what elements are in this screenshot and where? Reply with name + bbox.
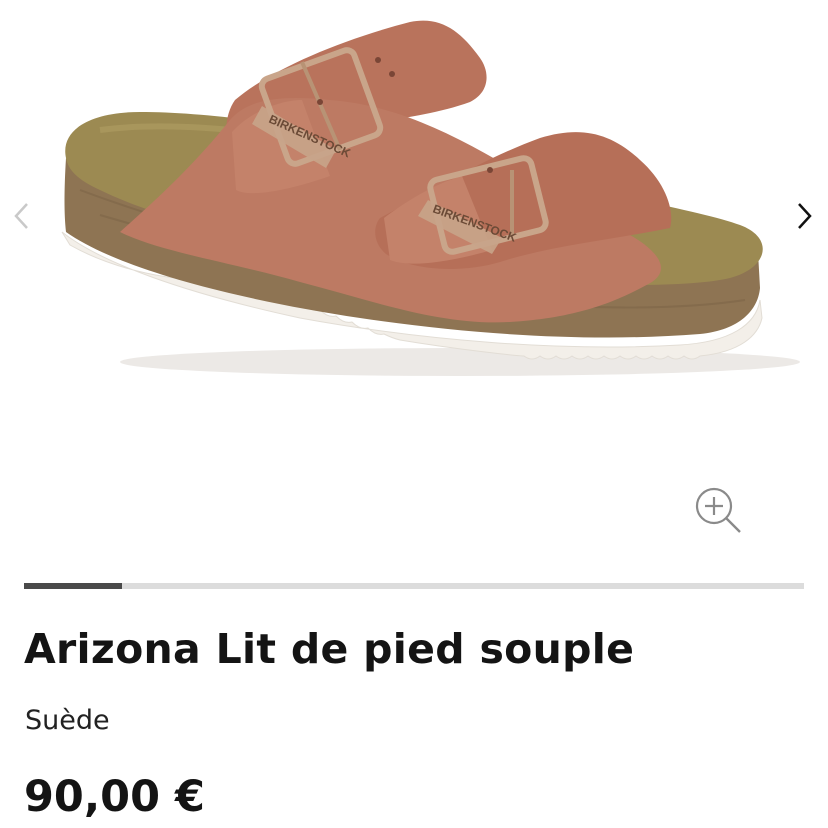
zoom-in-icon (695, 487, 741, 533)
chevron-right-icon (798, 203, 812, 229)
gallery-progress-fill (24, 583, 122, 589)
product-gallery[interactable]: BIRKENSTOCK BIRKENSTOCK BIRKENSTOCK (0, 0, 828, 560)
gallery-progress (24, 583, 804, 589)
product-title: Arizona Lit de pied souple (24, 625, 635, 673)
gallery-next-button[interactable] (786, 198, 822, 234)
gallery-prev-button[interactable] (4, 198, 40, 234)
product-image: BIRKENSTOCK BIRKENSTOCK BIRKENSTOCK (61, 20, 800, 376)
product-price: 90,00 € (24, 772, 205, 822)
zoom-button[interactable] (690, 484, 746, 540)
chevron-left-icon (14, 203, 28, 229)
product-material: Suède (25, 705, 110, 736)
